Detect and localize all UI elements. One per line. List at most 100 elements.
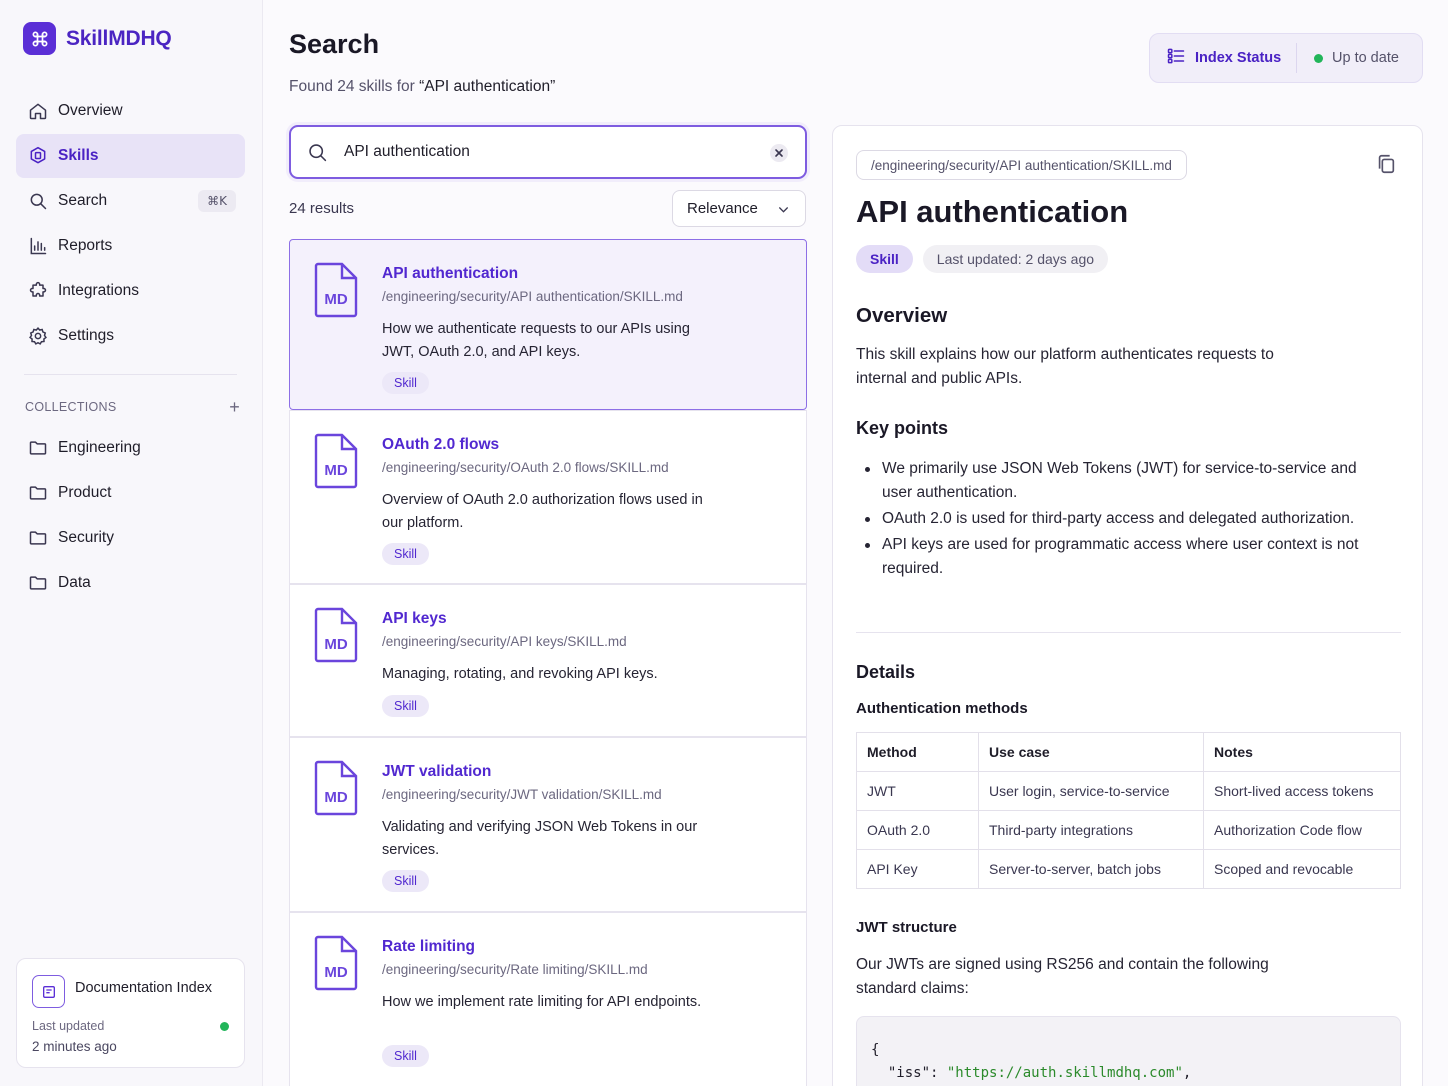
nav-item-overview[interactable]: Overview [16, 89, 245, 133]
documentation-index-card[interactable]: Documentation Index Last updated 2 minut… [16, 958, 245, 1068]
list-item: API keys are used for programmatic acces… [856, 533, 1376, 581]
skill-type-badge: Skill [856, 245, 913, 273]
subtitle-prefix: Found 24 skills for [289, 78, 420, 95]
nav-item-label: Settings [58, 327, 115, 344]
doc-index-title: Documentation Index [75, 980, 213, 996]
table-cell: OAuth 2.0 [856, 810, 979, 850]
result-title[interactable]: OAuth 2.0 flows [382, 436, 499, 454]
nav-item-settings[interactable]: Settings [16, 314, 245, 358]
index-status-value: Up to date [1332, 50, 1399, 66]
close-icon [775, 149, 783, 157]
nav-item-label: Integrations [58, 282, 139, 299]
code-key: "iss" [887, 1065, 931, 1081]
page-subtitle: Found 24 skills for “API authentication” [289, 78, 555, 96]
overview-text: This skill explains how our platform aut… [856, 346, 1274, 387]
add-collection-button[interactable]: + [229, 398, 240, 416]
shortcut-badge: ⌘K [198, 190, 236, 212]
svg-text:MD: MD [324, 462, 347, 479]
result-title[interactable]: JWT validation [382, 763, 491, 781]
table-header-row: Method Use case Notes [856, 732, 1401, 772]
nav-item-skills[interactable]: Skills [16, 134, 245, 178]
table-cell: Server-to-server, batch jobs [978, 849, 1204, 889]
svg-text:MD: MD [324, 636, 347, 653]
list-item: We primarily use JSON Web Tokens (JWT) f… [856, 457, 1376, 505]
result-item[interactable]: MD API keys /engineering/security/API ke… [289, 584, 807, 737]
collection-item-product[interactable]: Product [16, 470, 245, 515]
collection-label: Data [58, 573, 91, 591]
folder-icon [27, 572, 49, 594]
search-input[interactable] [344, 143, 744, 161]
chevron-down-icon [777, 203, 790, 220]
result-tag: Skill [382, 1045, 429, 1067]
sidebar: SkillMDHQ Overview Skills Search ⌘K Repo… [0, 0, 263, 1086]
status-dot [220, 1022, 229, 1031]
result-title[interactable]: Rate limiting [382, 938, 475, 956]
main-nav: Overview Skills Search ⌘K Reports Integr… [16, 89, 245, 359]
page-title: Search [289, 29, 380, 59]
command-icon [23, 22, 56, 55]
result-path: /engineering/security/JWT validation/SKI… [382, 787, 662, 802]
table-cell: API Key [856, 849, 979, 889]
list-item: OAuth 2.0 is used for third-party access… [856, 507, 1376, 531]
list-icon [1166, 46, 1186, 70]
sort-value: Relevance [687, 200, 758, 217]
overview-heading: Overview [856, 304, 948, 327]
skill-detail-panel: /engineering/security/API authentication… [832, 125, 1423, 1086]
table-cell: Short-lived access tokens [1203, 771, 1401, 811]
keypoints-heading: Key points [856, 418, 949, 438]
markdown-file-icon: MD [314, 935, 358, 996]
search-box [289, 125, 807, 179]
table-header: Notes [1203, 732, 1401, 772]
copy-button[interactable] [1375, 153, 1397, 180]
clear-search-button[interactable] [770, 144, 788, 162]
result-count: 24 results [289, 200, 355, 217]
collection-label: Product [58, 483, 112, 501]
file-path-chip[interactable]: /engineering/security/API authentication… [856, 150, 1187, 180]
result-tag: Skill [382, 870, 429, 892]
collection-item-data[interactable]: Data [16, 560, 245, 605]
jwt-structure-text: Our JWTs are signed using RS256 and cont… [856, 956, 1269, 997]
result-path: /engineering/security/OAuth 2.0 flows/SK… [382, 460, 669, 475]
result-title[interactable]: API keys [382, 610, 447, 628]
result-description: Overview of OAuth 2.0 authorization flow… [382, 492, 703, 531]
jwt-structure-heading: JWT structure [856, 919, 957, 936]
puzzle-icon [27, 280, 49, 302]
collection-item-engineering[interactable]: Engineering [16, 425, 245, 470]
doc-index-label: Last updated [32, 1019, 105, 1033]
search-icon [27, 190, 49, 212]
result-item[interactable]: MD Rate limiting /engineering/security/R… [289, 912, 807, 1086]
result-description: How we implement rate limiting for API e… [382, 994, 702, 1010]
result-title[interactable]: API authentication [382, 265, 518, 283]
bar-chart-icon [27, 235, 49, 257]
result-item[interactable]: MD API authentication /engineering/secur… [289, 239, 807, 410]
result-item[interactable]: MD JWT validation /engineering/security/… [289, 737, 807, 912]
result-item[interactable]: MD OAuth 2.0 flows /engineering/security… [289, 410, 807, 584]
details-heading: Details [856, 662, 916, 682]
collection-item-security[interactable]: Security [16, 515, 245, 560]
nav-item-integrations[interactable]: Integrations [16, 269, 245, 313]
result-tag: Skill [382, 543, 429, 565]
nav-item-label: Overview [58, 102, 123, 119]
result-tag: Skill [382, 372, 429, 394]
section-divider [856, 632, 1401, 633]
markdown-file-icon: MD [314, 607, 358, 668]
result-path: /engineering/security/API authentication… [382, 289, 683, 304]
index-icon [32, 975, 65, 1008]
folder-icon [27, 482, 49, 504]
folder-icon [27, 437, 49, 459]
doc-index-time: 2 minutes ago [32, 1039, 117, 1054]
index-status-value-wrap: Up to date [1297, 50, 1399, 66]
code-string: "https://auth.skillmdhq.com" [946, 1065, 1183, 1081]
methods-heading: Authentication methods [856, 700, 1028, 717]
nav-item-label: Reports [58, 237, 113, 254]
index-status-button[interactable]: Index Status [1150, 43, 1297, 73]
sort-select[interactable]: Relevance [672, 190, 806, 227]
index-status-widget[interactable]: Index Status Up to date [1149, 33, 1423, 83]
table-cell: JWT [856, 771, 979, 811]
nav-item-search[interactable]: Search ⌘K [16, 179, 245, 223]
table-cell: Authorization Code flow [1203, 810, 1401, 850]
search-icon [307, 141, 329, 163]
brand[interactable]: SkillMDHQ [23, 22, 172, 55]
nav-item-label: Search [58, 192, 108, 209]
nav-item-reports[interactable]: Reports [16, 224, 245, 268]
